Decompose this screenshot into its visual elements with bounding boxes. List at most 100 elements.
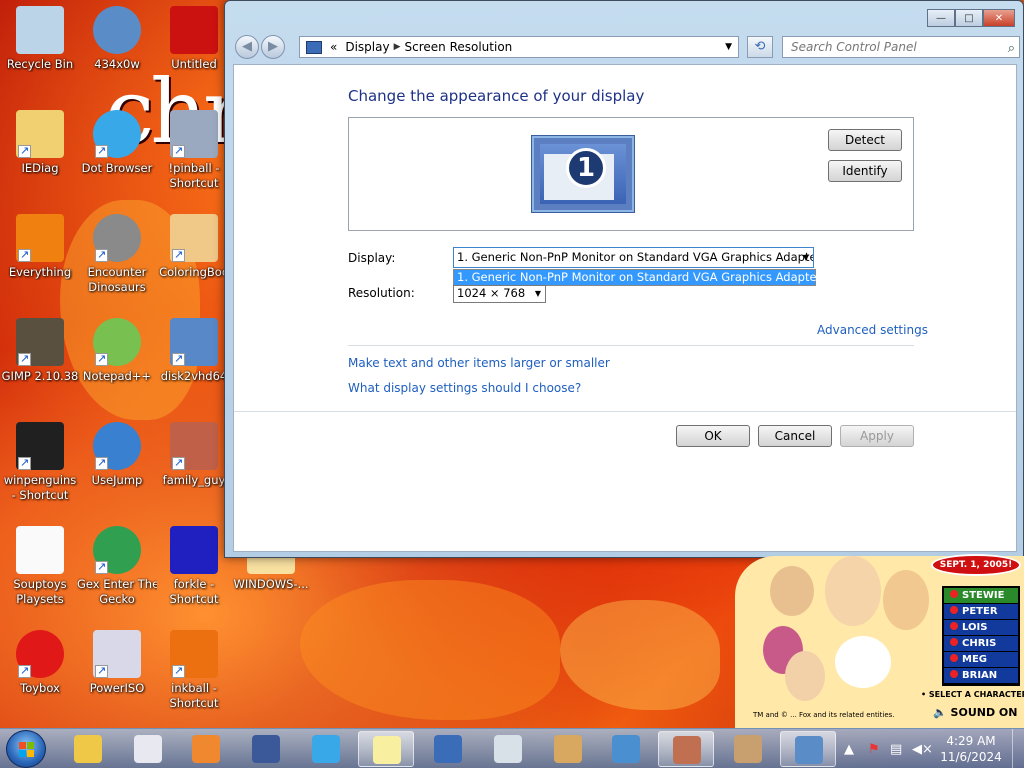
shortcut-arrow-icon: [172, 351, 185, 366]
taskbar-windows-explorer[interactable]: [60, 731, 116, 767]
cancel-button[interactable]: Cancel: [758, 425, 832, 447]
show-desktop-button[interactable]: [1012, 729, 1024, 768]
taskbar-family-guy[interactable]: [658, 731, 714, 767]
chevron-right-icon[interactable]: ▶: [394, 42, 401, 52]
breadcrumb-overflow[interactable]: «: [330, 40, 337, 54]
taskbar-paint[interactable]: [540, 731, 596, 767]
close-button[interactable]: ✕: [983, 9, 1015, 27]
resolution-select[interactable]: 1024 × 768 ▼: [453, 285, 546, 303]
text-size-link[interactable]: Make text and other items larger or smal…: [348, 356, 610, 370]
detect-button[interactable]: Detect: [828, 129, 902, 151]
desktop-icon-toybox[interactable]: Toybox: [0, 630, 80, 696]
taskbar-snipping-tool[interactable]: [120, 731, 176, 767]
desktop-icon-gex-enter-the[interactable]: Gex Enter TheGecko: [77, 526, 157, 607]
chevron-down-icon[interactable]: ▼: [725, 42, 732, 52]
character-meg[interactable]: MEG: [944, 652, 1018, 668]
character-peter[interactable]: PETER: [944, 604, 1018, 620]
search-input[interactable]: Search Control Panel ⌕: [782, 36, 1020, 58]
breadcrumb-display[interactable]: Display: [345, 40, 389, 54]
desktop-icon-disk2vhd64[interactable]: disk2vhd64: [154, 318, 234, 384]
character-lois[interactable]: LOIS: [944, 620, 1018, 636]
character-menu: STEWIE PETER LOIS CHRIS MEG BRIAN: [942, 586, 1020, 686]
taskbar-network-app[interactable]: [420, 731, 476, 767]
taskbar-sticky-notes[interactable]: [358, 731, 414, 767]
desktop-icon-label: Souptoys: [13, 577, 67, 591]
display-option[interactable]: 1. Generic Non-PnP Monitor on Standard V…: [453, 269, 821, 286]
app-icon: [170, 526, 218, 574]
select-caption: • SELECT A CHARACTER ABOVE: [921, 690, 1024, 699]
display-select[interactable]: 1. Generic Non-PnP Monitor on Standard V…: [453, 247, 814, 268]
desktop-icon-souptoys[interactable]: Souptoys Playsets: [0, 526, 80, 607]
address-bar[interactable]: « Display ▶ Screen Resolution ▼: [299, 36, 739, 58]
desktop-icon-label: Notepad++: [82, 369, 152, 383]
desktop-icon-family-guy[interactable]: family_guy: [154, 422, 234, 488]
ok-button[interactable]: OK: [676, 425, 750, 447]
taskbar-media-player[interactable]: [178, 731, 234, 767]
app-icon: [93, 110, 141, 158]
wallpaper-flame: [300, 580, 560, 720]
brian-figure: [835, 636, 891, 688]
display-help-link[interactable]: What display settings should I choose?: [348, 381, 581, 395]
network-icon[interactable]: ▤: [890, 742, 902, 757]
title-bar[interactable]: — □ ✕: [225, 1, 1023, 34]
taskbar-magnifier[interactable]: [598, 731, 654, 767]
volume-icon[interactable]: ◀×: [912, 742, 933, 757]
clock[interactable]: 4:29 AM 11/6/2024: [936, 733, 1006, 765]
apply-button[interactable]: Apply: [840, 425, 914, 447]
action-center-icon[interactable]: ⚑: [868, 742, 880, 757]
identify-button[interactable]: Identify: [828, 160, 902, 182]
search-icon[interactable]: ⌕: [1008, 39, 1015, 59]
start-button[interactable]: [6, 730, 46, 768]
desktop-icon-label: Gecko: [99, 592, 135, 606]
desktop-icon-forkle[interactable]: forkle - Shortcut: [154, 526, 234, 607]
sound-toggle[interactable]: 🔈 SOUND ON: [933, 706, 1017, 719]
notification-area: ▲ ⚑ ▤ ◀× 4:29 AM 11/6/2024: [842, 729, 1024, 768]
desktop-icon-everything[interactable]: Everything: [0, 214, 80, 280]
dot-browser-icon: [312, 735, 340, 763]
desktop-icon-inkball[interactable]: inkball -Shortcut: [154, 630, 234, 711]
desktop-icon-notepad[interactable]: Notepad++: [77, 318, 157, 384]
taskbar-dot-browser[interactable]: [298, 731, 354, 767]
chevron-down-icon[interactable]: ▼: [535, 286, 541, 301]
taskbar-disk-utility[interactable]: [720, 731, 776, 767]
character-brian[interactable]: BRIAN: [944, 668, 1018, 684]
minimize-button[interactable]: —: [927, 9, 955, 27]
desktop-icon-label: Dot Browser: [81, 161, 153, 175]
desktop-icon-iediag[interactable]: IEDiag: [0, 110, 80, 176]
network-app-icon: [434, 735, 462, 763]
character-stewie[interactable]: STEWIE: [944, 588, 1018, 604]
desktop-icon-label: - Shortcut: [11, 488, 69, 502]
refresh-icon[interactable]: ⟲: [747, 36, 773, 58]
divider: [234, 411, 1016, 412]
back-button[interactable]: ◀: [235, 35, 259, 59]
chris-figure: [883, 570, 929, 630]
app-icon: [93, 630, 141, 678]
advanced-settings-link[interactable]: Advanced settings: [817, 323, 928, 337]
desktop-icon-gimp-2-10-38[interactable]: GIMP 2.10.38: [0, 318, 80, 384]
breadcrumb-screen-resolution[interactable]: Screen Resolution: [405, 40, 513, 54]
desktop-icon-encounter[interactable]: EncounterDinosaurs: [77, 214, 157, 295]
tray-overflow-icon[interactable]: ▲: [844, 742, 854, 757]
taskbar-screen-resolution[interactable]: [780, 731, 836, 767]
chevron-down-icon[interactable]: ▼: [803, 248, 809, 267]
snipping-tool-icon: [134, 735, 162, 763]
desktop-icon-winpenguins[interactable]: winpenguins- Shortcut: [0, 422, 80, 503]
desktop-icon-dot-browser[interactable]: Dot Browser: [77, 110, 157, 176]
desktop-icon-label: ColoringBoo: [159, 265, 229, 279]
desktop-icon-untitled[interactable]: Untitled: [154, 6, 234, 72]
desktop-icon-pinball[interactable]: !pinball -Shortcut: [154, 110, 234, 191]
desktop-icon-poweriso[interactable]: PowerISO: [77, 630, 157, 696]
forward-button[interactable]: ▶: [261, 35, 285, 59]
desktop-icon-coloringboo[interactable]: ColoringBoo: [154, 214, 234, 280]
shortcut-arrow-icon: [95, 247, 108, 262]
taskbar-calculator[interactable]: [480, 731, 536, 767]
desktop-icon-recycle-bin[interactable]: Recycle Bin: [0, 6, 80, 72]
shortcut-arrow-icon: [18, 351, 31, 366]
desktop-icon-usejump[interactable]: UseJump: [77, 422, 157, 488]
monitor-icon[interactable]: 1: [532, 136, 634, 212]
desktop-icon-434x0w[interactable]: 434x0w: [77, 6, 157, 72]
taskbar-facebook[interactable]: [238, 731, 294, 767]
date-badge: SEPT. 1, 2005!: [931, 554, 1021, 576]
maximize-button[interactable]: □: [955, 9, 983, 27]
character-chris[interactable]: CHRIS: [944, 636, 1018, 652]
